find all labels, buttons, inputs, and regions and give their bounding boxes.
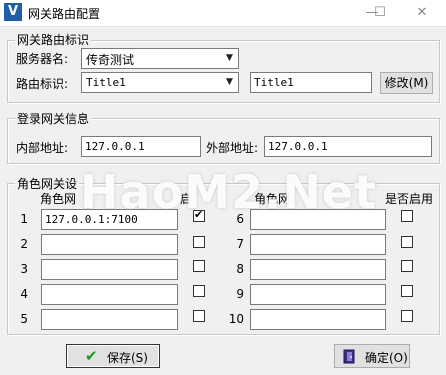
row-number: 1 <box>20 212 28 226</box>
enable-checkbox-6[interactable] <box>401 210 413 222</box>
row-number: 8 <box>236 262 244 276</box>
route-group-title: 网关路由标识 <box>15 31 92 48</box>
row-number: 3 <box>20 262 28 276</box>
close-icon[interactable]: ✕ <box>408 2 436 24</box>
chevron-down-icon[interactable]: ▼ <box>221 73 238 92</box>
row-number: 5 <box>20 312 28 326</box>
row-number: 2 <box>20 237 28 251</box>
route-label: 路由标识: <box>16 77 69 91</box>
check-icon: ✔ <box>85 347 98 365</box>
modify-button[interactable]: 修改(M) <box>380 72 433 94</box>
role-gateway-input-8[interactable] <box>250 259 386 280</box>
enable-checkbox-10[interactable] <box>401 310 413 322</box>
external-address-label: 外部地址: <box>206 141 259 155</box>
maximize-icon[interactable]: ☐ <box>366 2 394 24</box>
server-label: 服务器名: <box>16 52 69 66</box>
enable-checkbox-4[interactable] <box>193 285 205 297</box>
role-gateway-input-10[interactable] <box>250 309 386 330</box>
exit-door-icon <box>343 349 355 364</box>
enable-checkbox-5[interactable] <box>193 310 205 322</box>
enable-checkbox-3[interactable] <box>193 260 205 272</box>
save-button-label: 保存(S) <box>107 351 148 365</box>
route-select-value: Title1 <box>86 76 126 89</box>
internal-address-input[interactable]: 127.0.0.1 <box>81 136 201 157</box>
role-gateway-input-9[interactable] <box>250 284 386 305</box>
role-gateway-input-3[interactable] <box>41 259 178 280</box>
ok-button-label: 确定(O) <box>365 351 408 365</box>
title-bar: V 网关路由配置 — ☐ ✕ <box>0 0 446 27</box>
row-number: 4 <box>20 287 28 301</box>
role-gateway-input-7[interactable] <box>250 234 386 255</box>
enable-checkbox-9[interactable] <box>401 285 413 297</box>
save-button[interactable]: ✔ 保存(S) <box>66 344 160 368</box>
row-number: 10 <box>228 312 244 326</box>
window-title: 网关路由配置 <box>28 7 101 21</box>
server-select[interactable]: 传奇测试 ▼ <box>81 48 239 69</box>
row-number: 7 <box>236 237 244 251</box>
watermark: HaoM2.Net <box>80 165 378 219</box>
enable-checkbox-8[interactable] <box>401 260 413 272</box>
ok-button[interactable]: 确定(O) <box>334 344 410 368</box>
role-gateway-input-5[interactable] <box>41 309 178 330</box>
enable-checkbox-7[interactable] <box>401 236 413 248</box>
app-icon: V <box>4 3 22 21</box>
external-address-input[interactable]: 127.0.0.1 <box>264 136 432 157</box>
route-title-input[interactable]: Title1 <box>250 72 372 93</box>
login-group-title: 登录网关信息 <box>15 110 92 127</box>
role-right-enable-header: 是否启用 <box>385 192 434 206</box>
chevron-down-icon[interactable]: ▼ <box>221 49 238 68</box>
role-left-header: 角色网 <box>40 192 77 206</box>
internal-address-label: 内部地址: <box>16 141 69 155</box>
role-gateway-input-2[interactable] <box>41 234 178 255</box>
server-select-value: 传奇测试 <box>86 53 135 67</box>
row-number: 9 <box>236 287 244 301</box>
role-gateway-input-4[interactable] <box>41 284 178 305</box>
route-select[interactable]: Title1 ▼ <box>81 72 239 93</box>
enable-checkbox-2[interactable] <box>193 236 205 248</box>
